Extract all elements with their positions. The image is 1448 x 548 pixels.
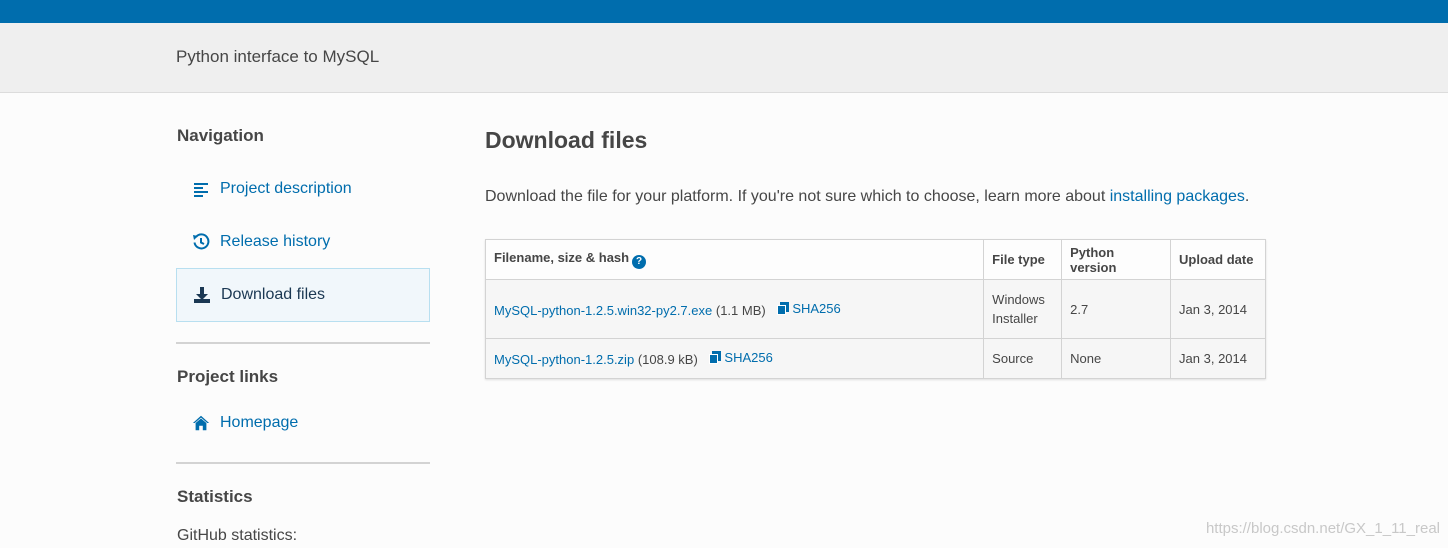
python-version-cell: 2.7 <box>1061 279 1172 339</box>
divider <box>176 462 430 464</box>
copy-icon <box>709 351 722 364</box>
page-title: Download files <box>485 127 648 153</box>
project-links-heading: Project links <box>177 367 279 386</box>
nav-label: Project description <box>220 180 352 197</box>
align-left-icon <box>192 180 210 198</box>
nav-label: Download files <box>221 286 326 303</box>
column-header-filename: Filename, size & hash? <box>484 239 985 280</box>
file-download-link[interactable]: MySQL-python-1.2.5.zip <box>494 352 634 367</box>
upload-date-cell: Jan 3, 2014 <box>1170 338 1266 379</box>
hash-label: SHA256 <box>724 350 773 365</box>
github-statistics-label: GitHub statistics: <box>177 527 298 544</box>
intro-text: Download the file for your platform. If … <box>485 188 1249 206</box>
nav-project-description[interactable]: Project description <box>176 162 430 216</box>
column-header-upload-date: Upload date <box>1170 239 1266 280</box>
installing-packages-link[interactable]: installing packages <box>1110 188 1245 205</box>
upload-date-cell: Jan 3, 2014 <box>1170 279 1266 339</box>
copy-hash-link[interactable]: SHA256 <box>709 350 773 365</box>
table-row: MySQL-python-1.2.5.win32-py2.7.exe (1.1 … <box>484 279 1266 339</box>
home-icon <box>192 414 210 432</box>
python-version-cell: None <box>1061 338 1172 379</box>
package-summary: Python interface to MySQL <box>176 47 380 66</box>
history-icon <box>192 233 210 251</box>
navigation-heading: Navigation <box>177 126 264 145</box>
statistics-heading: Statistics <box>177 487 253 506</box>
file-type-cell: Source <box>983 338 1063 379</box>
nav-release-history[interactable]: Release history <box>176 215 430 269</box>
table-row: MySQL-python-1.2.5.zip (108.9 kB) SHA256… <box>484 338 1266 379</box>
files-table: Filename, size & hash? File type Python … <box>484 239 1266 379</box>
file-download-link[interactable]: MySQL-python-1.2.5.win32-py2.7.exe <box>494 303 712 318</box>
nav-label: Release history <box>220 233 331 250</box>
watermark: https://blog.csdn.net/GX_1_11_real <box>1205 520 1440 537</box>
download-icon <box>193 286 211 304</box>
hash-label: SHA256 <box>792 300 841 316</box>
filename-cell: MySQL-python-1.2.5.win32-py2.7.exe (1.1 … <box>484 279 985 339</box>
file-size: (1.1 MB) <box>715 302 766 318</box>
top-bar <box>0 0 1448 23</box>
link-homepage[interactable]: Homepage <box>176 396 430 450</box>
divider <box>176 342 430 344</box>
file-type-cell: Windows Installer <box>983 279 1063 339</box>
copy-hash-link[interactable]: SHA256 <box>777 300 841 316</box>
filename-cell: MySQL-python-1.2.5.zip (108.9 kB) SHA256 <box>484 338 985 379</box>
column-header-file-type: File type <box>983 239 1063 280</box>
package-banner: Python interface to MySQL <box>0 23 1448 93</box>
nav-download-files[interactable]: Download files <box>176 268 430 322</box>
help-icon[interactable]: ? <box>632 254 647 269</box>
copy-icon <box>777 301 790 315</box>
intro-text-body: Download the file for your platform. If … <box>485 188 1110 205</box>
file-size: (108.9 kB) <box>637 352 698 367</box>
intro-text-end: . <box>1244 188 1250 205</box>
link-label: Homepage <box>220 414 299 431</box>
column-header-python-version: Python version <box>1061 239 1172 280</box>
